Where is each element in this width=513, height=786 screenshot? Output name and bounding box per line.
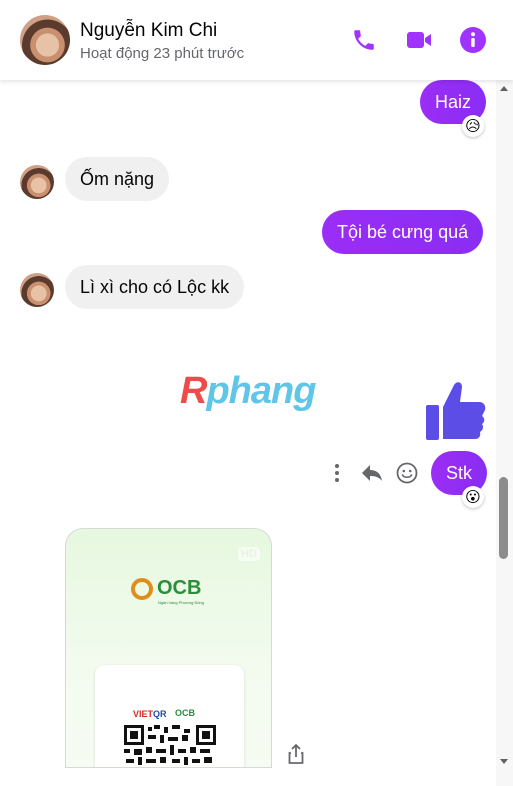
message-bubble-incoming[interactable]: Lì xì cho có Lộc kk (65, 265, 245, 309)
share-icon[interactable] (286, 743, 306, 765)
bank-logo-text: OCB (157, 577, 202, 599)
reply-icon[interactable] (360, 461, 384, 485)
chat-header: Nguyễn Kim Chi Hoạt động 23 phút trước (0, 0, 513, 80)
more-options-icon[interactable] (325, 461, 349, 485)
scroll-up-icon[interactable] (500, 86, 508, 91)
scroll-down-icon[interactable] (500, 759, 508, 764)
qr-code-icon (124, 725, 216, 765)
watermark-logo: Rphang (180, 370, 316, 413)
chat-window: Nguyễn Kim Chi Hoạt động 23 phút trước H… (0, 0, 513, 786)
info-icon[interactable] (458, 25, 488, 55)
vietqr-logo: VIETQR (133, 709, 167, 719)
hd-badge: HD (238, 547, 260, 561)
chat-scrollbar[interactable] (496, 80, 513, 786)
message-bubble-outgoing[interactable]: Tội bé cưng quá (322, 210, 484, 254)
contact-avatar-small[interactable] (20, 165, 54, 199)
scrollbar-thumb[interactable] (499, 477, 508, 559)
emoji-react-icon[interactable] (395, 461, 419, 485)
contact-name[interactable]: Nguyễn Kim Chi (80, 20, 217, 42)
ocb-mini-logo: OCB (175, 708, 195, 718)
contact-status: Hoạt động 23 phút trước (80, 45, 245, 62)
watermark-first: R (180, 370, 207, 412)
bank-tagline: Ngân hàng Phương Đông (158, 600, 204, 605)
vietqr-logo-b: QR (153, 709, 167, 719)
bank-logo-mark (131, 577, 153, 600)
vietqr-logo-a: VIET (133, 709, 154, 719)
video-icon[interactable] (404, 25, 434, 55)
message-reaction[interactable]: 😥 (462, 115, 484, 137)
image-attachment[interactable]: HD OCB Ngân hàng Phương Đông VIETQR OCB (65, 528, 272, 768)
contact-avatar-small[interactable] (20, 273, 54, 307)
watermark-rest: phang (206, 370, 316, 412)
bank-logo: OCB (131, 577, 201, 600)
message-bubble-incoming[interactable]: Ốm nặng (65, 157, 170, 201)
message-reaction[interactable]: 😮 (462, 486, 484, 508)
qr-card: VIETQR OCB (95, 665, 244, 767)
contact-avatar[interactable] (20, 15, 70, 65)
phone-icon[interactable] (349, 25, 379, 55)
like-sticker-icon[interactable] (424, 378, 488, 442)
